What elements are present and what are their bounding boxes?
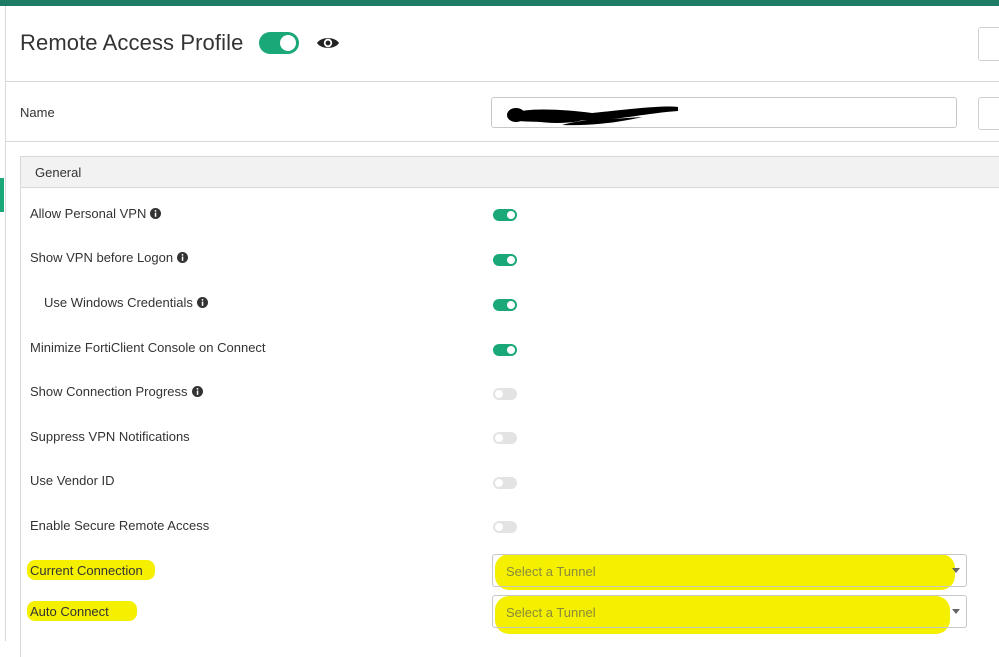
- auto-connect-select[interactable]: Select a Tunnel: [492, 595, 967, 628]
- profile-enabled-toggle[interactable]: [259, 32, 300, 54]
- page-header: Remote Access Profile: [20, 26, 340, 60]
- enable-secure-remote-access-toggle[interactable]: [493, 521, 517, 533]
- allow-personal-vpn-toggle[interactable]: [493, 209, 517, 221]
- general-section-header[interactable]: General: [21, 157, 999, 188]
- info-icon[interactable]: [150, 207, 162, 219]
- name-action-button[interactable]: [978, 97, 999, 130]
- suppress-vpn-notifications-label: Suppress VPN Notifications: [30, 428, 190, 444]
- page-title: Remote Access Profile: [20, 30, 244, 55]
- header-action-button[interactable]: [978, 27, 999, 61]
- chevron-down-icon: [952, 568, 960, 573]
- allow-personal-vpn-label: Allow Personal VPN: [30, 204, 162, 222]
- use-vendor-id-toggle[interactable]: [493, 477, 517, 489]
- auto-connect-label: Auto Connect: [30, 604, 109, 619]
- enable-secure-remote-access-label: Enable Secure Remote Access: [30, 517, 210, 533]
- top-bar: [0, 0, 999, 6]
- show-vpn-before-logon-toggle[interactable]: [493, 254, 517, 266]
- auto-connect-placeholder: Select a Tunnel: [506, 605, 596, 620]
- use-windows-credentials-label: Use Windows Credentials: [44, 293, 208, 311]
- left-nav-indicator: [0, 178, 4, 212]
- show-connection-progress-label: Show Connection Progress: [30, 382, 203, 400]
- suppress-vpn-notifications-toggle[interactable]: [493, 432, 517, 444]
- left-panel-border: [5, 6, 6, 641]
- chevron-down-icon: [952, 609, 960, 614]
- divider: [6, 141, 999, 142]
- info-icon[interactable]: [177, 251, 189, 263]
- info-icon[interactable]: [191, 385, 203, 397]
- minimize-forticlient-label: Minimize FortiClient Console on Connect: [30, 339, 266, 355]
- redaction-scribble: [507, 106, 678, 126]
- show-connection-progress-toggle[interactable]: [493, 388, 517, 400]
- current-connection-select[interactable]: Select a Tunnel: [492, 554, 967, 587]
- name-label: Name: [20, 105, 55, 120]
- eye-icon[interactable]: [316, 34, 340, 52]
- use-windows-credentials-toggle[interactable]: [493, 299, 517, 311]
- show-vpn-before-logon-label: Show VPN before Logon: [30, 248, 189, 266]
- info-icon[interactable]: [196, 296, 208, 308]
- minimize-forticlient-toggle[interactable]: [493, 344, 517, 356]
- name-input[interactable]: [491, 97, 957, 128]
- use-vendor-id-label: Use Vendor ID: [30, 472, 115, 488]
- divider: [6, 81, 999, 82]
- current-connection-placeholder: Select a Tunnel: [506, 564, 596, 579]
- current-connection-label: Current Connection: [30, 563, 143, 578]
